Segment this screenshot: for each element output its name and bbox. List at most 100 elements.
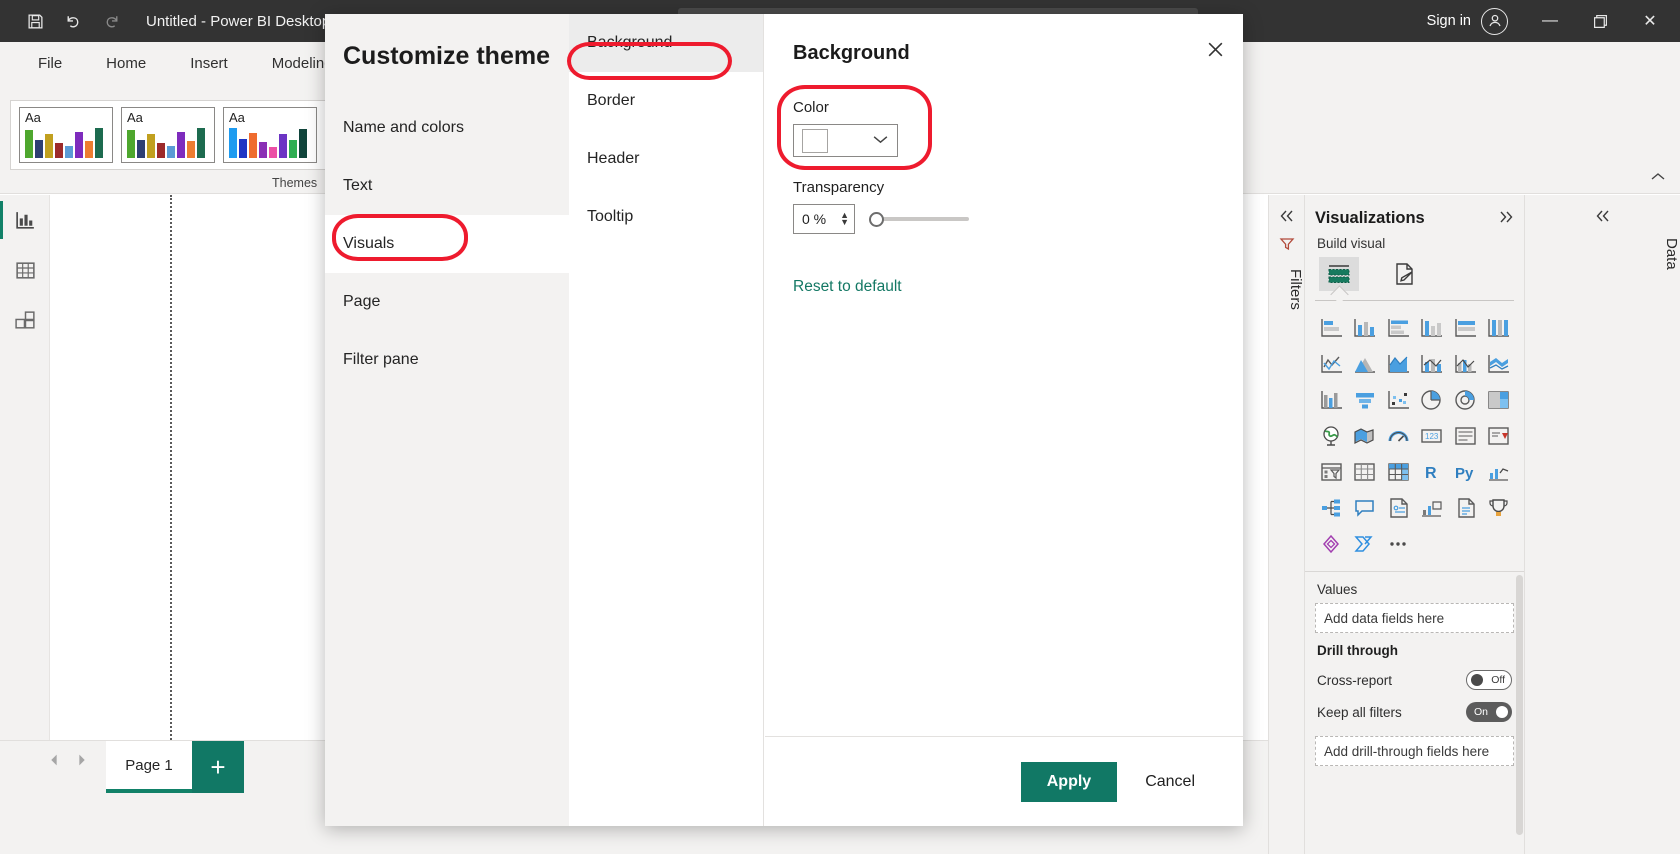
close-icon[interactable] xyxy=(1206,40,1225,65)
color-label: Color xyxy=(793,99,829,116)
svg-text:123: 123 xyxy=(1425,432,1439,441)
key-influencers-icon[interactable] xyxy=(1483,455,1517,489)
treemap-icon[interactable] xyxy=(1483,383,1517,417)
line-clustered-column-chart-icon[interactable] xyxy=(1449,347,1483,381)
q-and-a-icon[interactable] xyxy=(1349,491,1383,525)
filter-funnel-icon[interactable] xyxy=(1269,236,1304,257)
filters-pane-collapsed[interactable]: Filters xyxy=(1268,195,1304,854)
dialog-nav-page[interactable]: Page xyxy=(325,273,569,331)
dialog-nav-name-and-colors[interactable]: Name and colors xyxy=(325,99,569,157)
stacked-column-chart-icon[interactable] xyxy=(1349,311,1383,345)
multi-row-card-icon[interactable] xyxy=(1449,419,1483,453)
account-icon[interactable] xyxy=(1481,7,1508,35)
dialog-nav-filter-pane[interactable]: Filter pane xyxy=(325,331,569,389)
cancel-button[interactable]: Cancel xyxy=(1145,773,1195,791)
dialog-subnav-border[interactable]: Border xyxy=(569,72,763,130)
more-options-icon[interactable] xyxy=(1382,527,1416,561)
power-apps-icon[interactable] xyxy=(1315,527,1349,561)
drill-through-label: Drill through xyxy=(1317,643,1398,658)
map-icon[interactable] xyxy=(1315,419,1349,453)
chevron-up-icon[interactable] xyxy=(1650,170,1666,185)
theme-card[interactable]: Aa xyxy=(223,107,317,163)
chevron-down-icon[interactable] xyxy=(872,132,889,150)
clustered-column-chart-icon[interactable] xyxy=(1416,311,1450,345)
card-icon[interactable]: 123 xyxy=(1416,419,1450,453)
slicer-icon[interactable] xyxy=(1315,455,1349,489)
pie-chart-icon[interactable] xyxy=(1416,383,1450,417)
maximize-restore-button[interactable] xyxy=(1576,0,1624,42)
transparency-spinner[interactable]: 0 % ▲ ▼ xyxy=(793,204,855,234)
keep-all-filters-toggle[interactable]: On xyxy=(1466,702,1512,722)
decomposition-tree-icon[interactable] xyxy=(1315,491,1349,525)
format-paintbrush-icon[interactable] xyxy=(1385,257,1425,291)
apply-button[interactable]: Apply xyxy=(1020,761,1118,802)
values-dropzone[interactable]: Add data fields here xyxy=(1315,603,1514,633)
settings-panel-title: Background xyxy=(793,42,910,64)
table-view-icon[interactable] xyxy=(0,245,50,295)
kpi-icon[interactable] xyxy=(1483,419,1517,453)
dialog-nav-visuals[interactable]: Visuals xyxy=(325,215,569,273)
prev-page-icon[interactable] xyxy=(48,753,61,772)
filled-map-icon[interactable] xyxy=(1349,419,1383,453)
stacked-area-chart-icon[interactable] xyxy=(1382,347,1416,381)
r-script-visual-icon[interactable]: R xyxy=(1416,455,1450,489)
slider-thumb[interactable] xyxy=(869,211,884,227)
sign-in-label[interactable]: Sign in xyxy=(1427,13,1471,29)
spinner-down-icon[interactable]: ▼ xyxy=(840,218,849,227)
metrics-icon[interactable] xyxy=(1416,491,1450,525)
matrix-icon[interactable] xyxy=(1382,455,1416,489)
clustered-bar-chart-icon[interactable] xyxy=(1382,311,1416,345)
transparency-slider[interactable] xyxy=(869,211,969,227)
ribbon-tab-home[interactable]: Home xyxy=(84,49,168,78)
gauge-icon[interactable] xyxy=(1382,419,1416,453)
power-automate-icon[interactable] xyxy=(1349,527,1383,561)
ribbon-tab-file[interactable]: File xyxy=(16,49,84,78)
dialog-footer: Apply Cancel xyxy=(765,736,1243,826)
filters-pane-label: Filters xyxy=(1287,269,1304,310)
dialog-subnav-background[interactable]: Background xyxy=(569,14,763,72)
scorecard-icon[interactable] xyxy=(1483,491,1517,525)
drill-through-dropzone[interactable]: Add drill-through fields here xyxy=(1315,736,1514,766)
line-chart-icon[interactable] xyxy=(1315,347,1349,381)
page-tab-page-1[interactable]: Page 1 xyxy=(106,741,192,793)
funnel-chart-icon[interactable] xyxy=(1349,383,1383,417)
reset-to-default-link[interactable]: Reset to default xyxy=(765,234,1243,296)
visualizations-scrollbar[interactable] xyxy=(1516,575,1523,835)
dialog-subnav-tooltip[interactable]: Tooltip xyxy=(569,188,763,246)
data-pane-collapsed[interactable]: Data xyxy=(1524,195,1680,854)
line-stacked-column-chart-icon[interactable] xyxy=(1416,347,1450,381)
close-button[interactable]: ✕ xyxy=(1626,0,1674,42)
scatter-chart-icon[interactable] xyxy=(1382,383,1416,417)
stacked-bar-chart-icon[interactable] xyxy=(1315,311,1349,345)
model-view-icon[interactable] xyxy=(0,295,50,345)
dialog-nav-text[interactable]: Text xyxy=(325,157,569,215)
cross-report-toggle[interactable]: Off xyxy=(1466,670,1512,690)
100-stacked-column-chart-icon[interactable] xyxy=(1483,311,1517,345)
ribbon-chart-icon[interactable] xyxy=(1483,347,1517,381)
chevron-double-left-icon[interactable] xyxy=(1525,195,1680,226)
report-view-icon[interactable] xyxy=(0,195,50,245)
ribbon-tab-insert[interactable]: Insert xyxy=(168,49,250,78)
paginated-report-icon[interactable] xyxy=(1449,491,1483,525)
chevron-double-left-icon[interactable] xyxy=(1269,195,1304,226)
waterfall-chart-icon[interactable] xyxy=(1315,383,1349,417)
donut-chart-icon[interactable] xyxy=(1449,383,1483,417)
table-icon[interactable] xyxy=(1349,455,1383,489)
smart-narrative-icon[interactable] xyxy=(1382,491,1416,525)
next-page-icon[interactable] xyxy=(75,753,88,772)
add-page-button[interactable]: + xyxy=(192,741,244,793)
100-stacked-bar-chart-icon[interactable] xyxy=(1449,311,1483,345)
build-visual-label: Build visual xyxy=(1317,236,1386,251)
chevron-double-right-icon[interactable] xyxy=(1498,210,1514,228)
theme-card[interactable]: Aa xyxy=(121,107,215,163)
minimize-button[interactable]: — xyxy=(1526,0,1574,42)
theme-card[interactable]: Aa xyxy=(19,107,113,163)
redo-icon[interactable] xyxy=(94,6,128,36)
background-color-picker[interactable] xyxy=(793,124,898,157)
undo-icon[interactable] xyxy=(56,6,90,36)
spinner-arrows[interactable]: ▲ ▼ xyxy=(840,211,849,227)
dialog-subnav-header[interactable]: Header xyxy=(569,130,763,188)
save-icon[interactable] xyxy=(18,6,52,36)
python-visual-icon[interactable]: Py xyxy=(1449,455,1483,489)
area-chart-icon[interactable] xyxy=(1349,347,1383,381)
